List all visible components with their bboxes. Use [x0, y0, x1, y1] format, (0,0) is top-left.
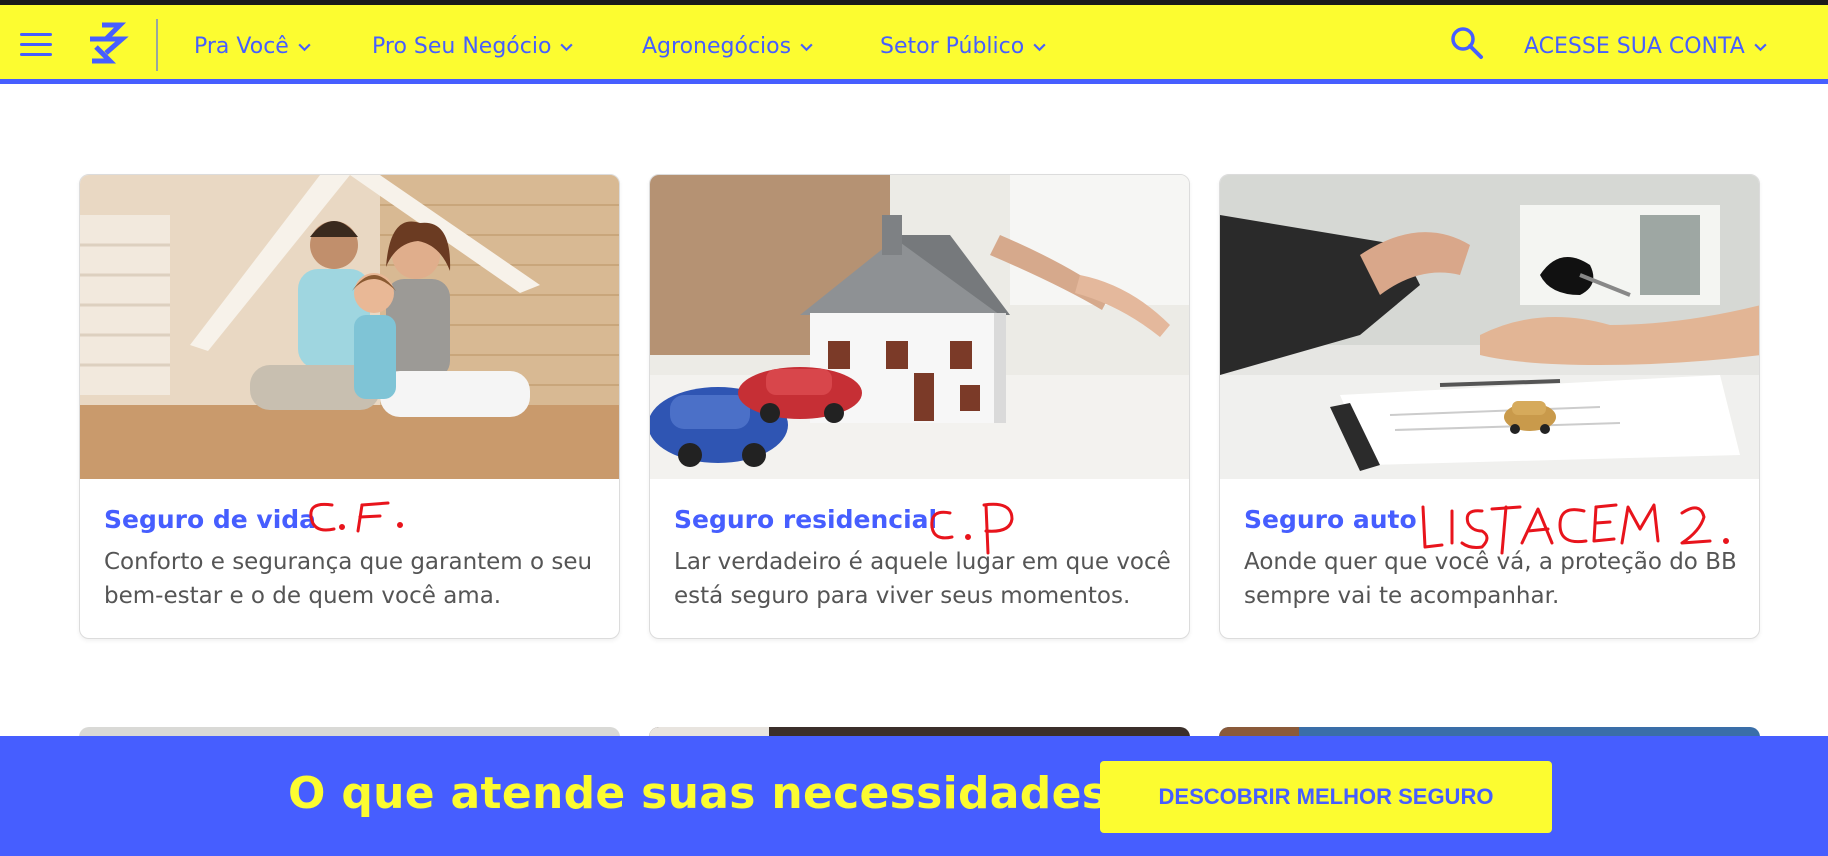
nav-item-pro-seu-negocio[interactable]: Pro Seu Negócio — [372, 29, 574, 63]
card-description: Aonde quer que você vá, a proteção do BB… — [1244, 549, 1737, 609]
bottom-cta-banner: O que atende suas necessidades? DESCOBRI… — [0, 736, 1828, 856]
family-photo — [80, 175, 619, 479]
chevron-down-icon — [560, 43, 574, 51]
card-seguro-de-vida[interactable]: Seguro de vida Conforto e segurança que … — [79, 174, 620, 639]
nav-item-setor-publico[interactable]: Setor Público — [880, 29, 1047, 63]
account-label: ACESSE SUA CONTA — [1524, 33, 1745, 59]
card-seguro-residencial[interactable]: Seguro residencial Lar verdadeiro é aque… — [649, 174, 1190, 639]
card-title[interactable]: Seguro de vida — [104, 505, 316, 534]
nav-divider — [156, 19, 158, 71]
account-menu[interactable]: ACESSE SUA CONTA — [1524, 29, 1768, 63]
house-model-photo — [650, 175, 1189, 479]
nav-item-label: Agronegócios — [642, 33, 792, 59]
discover-best-insurance-button[interactable]: DESCOBRIR MELHOR SEGURO — [1100, 761, 1552, 833]
search-icon[interactable] — [1448, 25, 1486, 63]
nav-item-label: Setor Público — [880, 33, 1025, 59]
card-title[interactable]: Seguro residencial — [674, 505, 937, 534]
car-keys-photo — [1220, 175, 1759, 479]
chevron-down-icon — [800, 43, 813, 51]
nav-item-label: Pra Você — [194, 33, 289, 59]
nav-item-agronegocios[interactable]: Agronegócios — [642, 29, 814, 63]
card-description: Lar verdadeiro é aquele lugar em que voc… — [674, 549, 1171, 609]
card-title[interactable]: Seguro auto — [1244, 505, 1417, 534]
nav-item-pra-voce[interactable]: Pra Você — [194, 29, 312, 63]
bb-logo-icon[interactable] — [82, 19, 130, 67]
chevron-down-icon — [1033, 43, 1046, 51]
nav-item-label: Pro Seu Negócio — [372, 33, 552, 59]
card-description: Conforto e segurança que garantem o seu … — [104, 549, 593, 609]
card-seguro-auto[interactable]: Seguro auto Aonde quer que você vá, a pr… — [1219, 174, 1760, 639]
chevron-down-icon — [1754, 43, 1767, 51]
menu-icon[interactable] — [20, 31, 52, 57]
chevron-down-icon — [298, 43, 311, 51]
banner-headline: O que atende suas necessidades? — [288, 768, 1135, 819]
main-navbar: Pra Você Pro Seu Negócio Agronegócios Se… — [0, 5, 1828, 84]
